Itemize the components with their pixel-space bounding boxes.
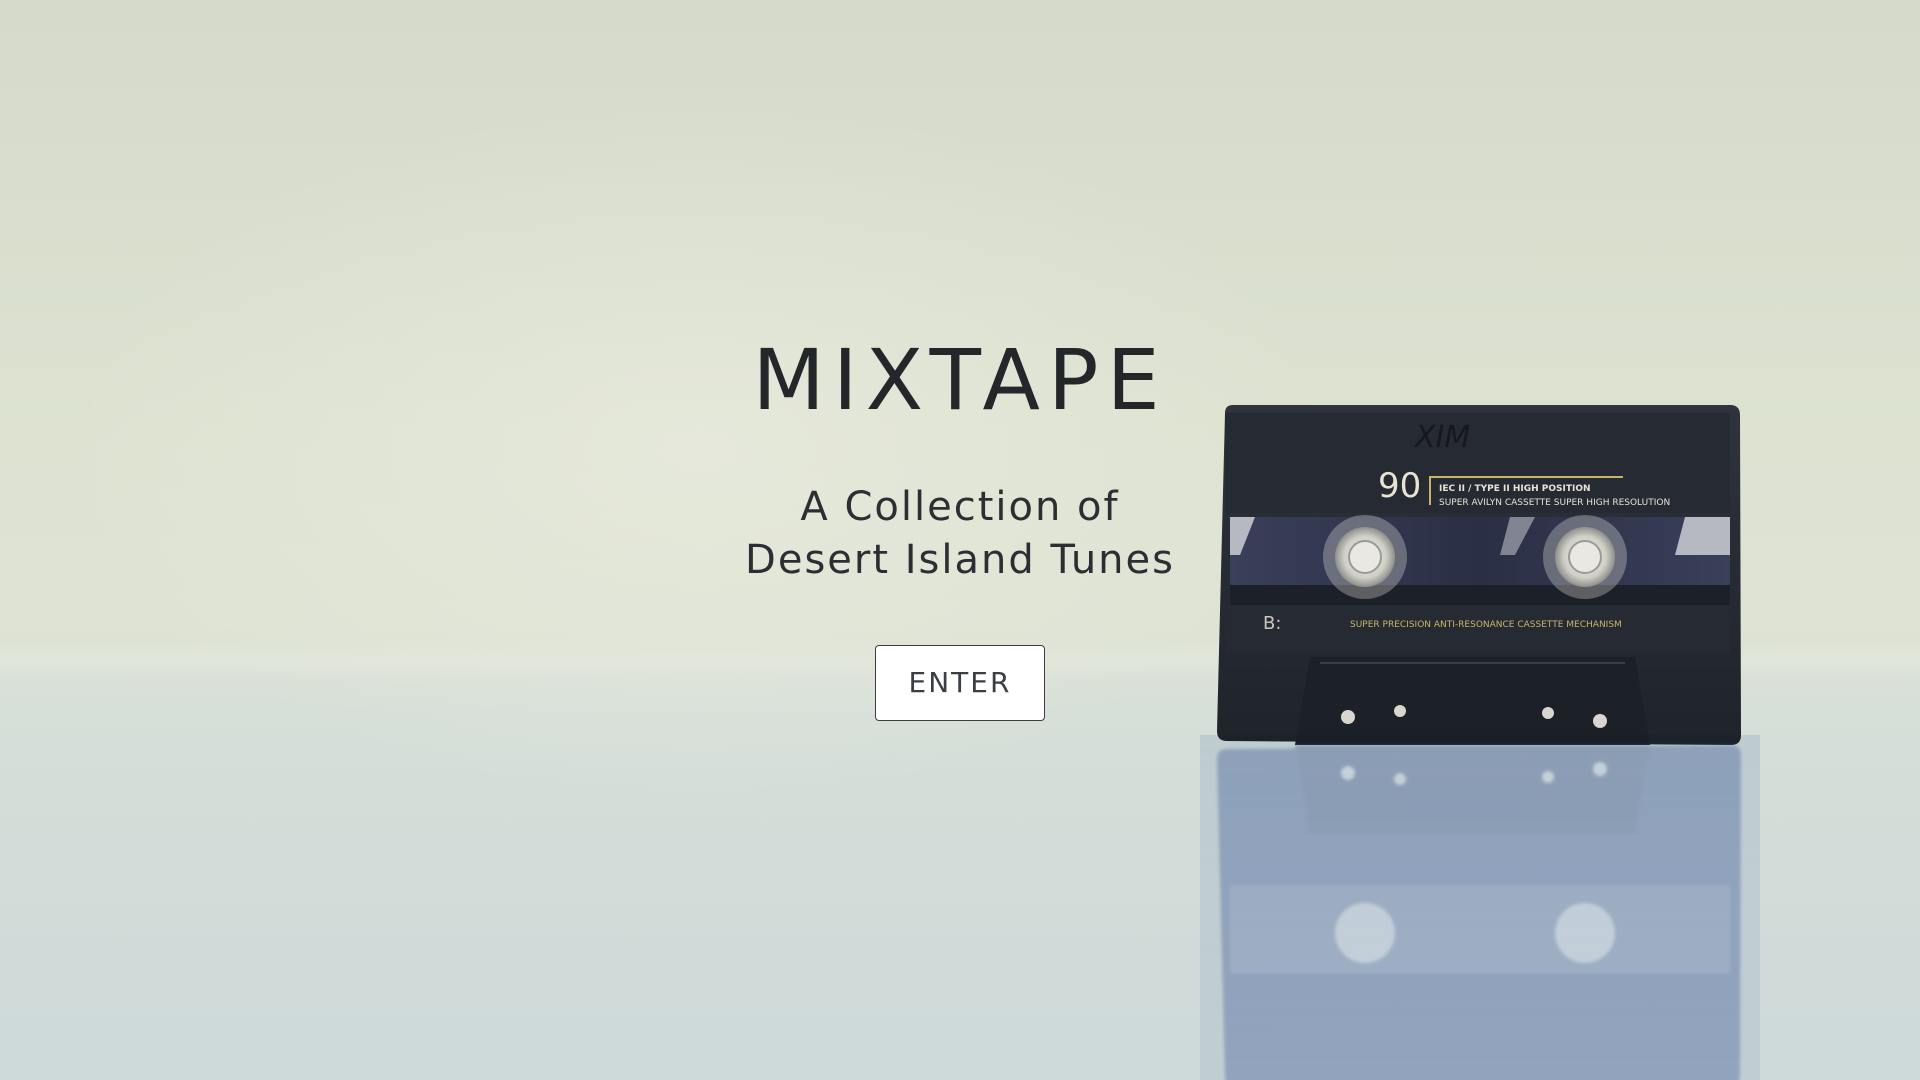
cassette-mechanism-text: SUPER PRECISION ANTI-RESONANCE CASSETTE … <box>1350 620 1622 630</box>
cassette-tape-image: XIM 90 IEC II / TYPE II HIGH POSITION SU… <box>1217 405 1741 745</box>
landing-page: MIXTAPE A Collection of Desert Island Tu… <box>0 0 1920 1080</box>
cassette-spec-line-1: IEC II / TYPE II HIGH POSITION <box>1439 484 1591 494</box>
cassette-length: 90 <box>1378 466 1421 506</box>
cassette-handwritten-label: XIM <box>1413 420 1470 455</box>
cassette-side: B: <box>1263 613 1281 634</box>
cassette-spec-line-2: SUPER AVILYN CASSETTE SUPER HIGH RESOLUT… <box>1439 498 1670 508</box>
enter-button[interactable]: ENTER <box>875 644 1045 721</box>
cassette-reflection <box>1217 745 1741 1080</box>
